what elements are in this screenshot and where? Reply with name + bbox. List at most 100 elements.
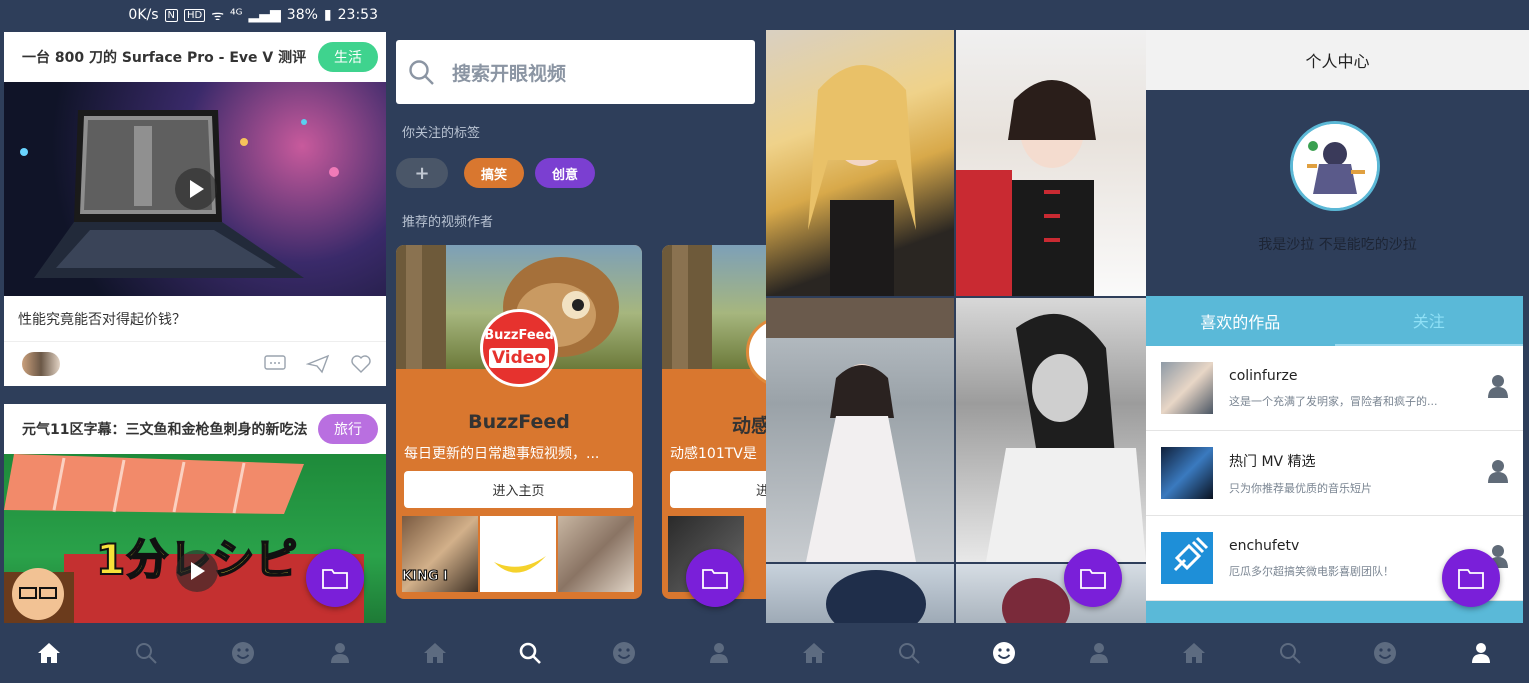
tag-chip[interactable]: 创意 [535, 158, 595, 188]
user-bio: 我是沙拉 不是能吃的沙拉 [1258, 237, 1417, 253]
add-tag-button[interactable]: + [396, 158, 448, 188]
smiley-icon [992, 642, 1015, 664]
recommended-authors-label: 推荐的视频作者 [402, 215, 494, 230]
clock: 23:53 [337, 7, 378, 23]
comment-icon[interactable] [264, 354, 286, 374]
author-description: 这是一个充满了发明家，冒险者和疯子的... [1229, 394, 1438, 408]
photo-tile[interactable] [766, 30, 954, 296]
card-header: 元气11区字幕：三文鱼和金枪鱼刺身的新吃法 旅行 [4, 404, 386, 454]
photo-tile[interactable] [956, 298, 1146, 562]
portrait-illustration [956, 80, 1096, 296]
search-placeholder: 搜索开眼视频 [452, 62, 567, 85]
author-name: 热门 MV 精选 [1229, 453, 1316, 470]
photo-grid-screen [766, 0, 1146, 689]
nav-profile[interactable] [291, 623, 388, 683]
nav-discover[interactable] [577, 623, 672, 683]
search-icon [519, 642, 541, 664]
feed-screen: 0K/s N HD ᯤ ⁴ᴳ ▂▄▆ 38% ▮ 23:53 一台 800 刀的… [0, 0, 388, 689]
author-card[interactable]: 动感 动感101TV是 进 [662, 245, 766, 599]
list-item[interactable]: 热门 MV 精选 只为你推荐最优质的音乐短片 [1146, 431, 1523, 516]
nav-profile[interactable] [1433, 623, 1529, 683]
nav-search[interactable] [483, 623, 578, 683]
portrait-illustration [826, 570, 926, 623]
search-icon [898, 643, 920, 664]
nav-search[interactable] [1242, 623, 1338, 683]
nfc-icon: N [164, 8, 178, 22]
play-button[interactable] [176, 550, 218, 592]
nav-home[interactable] [388, 623, 483, 683]
nav-home[interactable] [1146, 623, 1242, 683]
user-icon[interactable] [1487, 374, 1509, 398]
user-icon [1472, 643, 1491, 663]
search-icon [1279, 643, 1301, 664]
bottom-nav [0, 623, 388, 683]
video-thumb[interactable] [558, 516, 634, 592]
video-thumb[interactable]: KING I [402, 516, 478, 592]
collections-fab[interactable] [306, 549, 364, 607]
nav-profile[interactable] [672, 623, 767, 683]
card-header: 一台 800 刀的 Surface Pro - Eve V 测评 生活 [4, 32, 386, 82]
logo-bottom-text: Video [489, 348, 549, 368]
collections-fab[interactable] [686, 549, 744, 607]
tab-liked-works[interactable]: 喜欢的作品 [1146, 296, 1335, 346]
portrait-illustration [808, 65, 916, 296]
author-description: 只为你推荐最优质的音乐短片 [1229, 481, 1372, 495]
enter-homepage-button[interactable]: 进 [670, 471, 766, 508]
author-thumbnail [1161, 447, 1213, 499]
bottom-gap [1146, 683, 1529, 689]
network-speed: 0K/s [128, 7, 159, 23]
folder-icon [702, 569, 728, 589]
nav-discover[interactable] [194, 623, 291, 683]
author-description: 动感101TV是 [670, 446, 757, 462]
photo-tile[interactable] [766, 298, 954, 562]
video-card[interactable]: 一台 800 刀的 Surface Pro - Eve V 测评 生活 性能究竟… [4, 32, 386, 386]
photo-tile[interactable] [766, 564, 954, 623]
portrait-illustration [766, 298, 954, 562]
nav-home[interactable] [766, 623, 861, 683]
search-icon [409, 60, 434, 85]
author-thumbnail [1161, 532, 1213, 584]
play-button[interactable] [175, 168, 217, 210]
signal-icon: ▂▄▆ [248, 7, 281, 23]
heart-icon[interactable] [350, 354, 372, 374]
author-avatar[interactable] [22, 352, 60, 376]
video-thumbnail[interactable] [4, 82, 386, 296]
user-icon[interactable] [1487, 459, 1509, 483]
author-card[interactable]: BuzzFeed Video BuzzFeed 每日更新的日常趣事短视频，...… [396, 245, 642, 599]
video-thumb[interactable] [480, 516, 556, 592]
avatar[interactable] [1290, 121, 1380, 211]
tab-following[interactable]: 关注 [1334, 296, 1523, 346]
category-tag[interactable]: 旅行 [318, 414, 378, 444]
bottom-gap [0, 683, 388, 689]
battery-level: 38% [286, 7, 318, 23]
enter-homepage-button[interactable]: 进入主页 [404, 471, 633, 508]
nav-home[interactable] [0, 623, 97, 683]
collections-fab[interactable] [1442, 549, 1500, 607]
status-bar: 0K/s N HD ᯤ ⁴ᴳ ▂▄▆ 38% ▮ 23:53 [0, 0, 388, 30]
nav-search[interactable] [97, 623, 194, 683]
author-name: enchufetv [1229, 537, 1300, 554]
nav-profile[interactable] [1051, 623, 1146, 683]
search-field[interactable]: 搜索开眼视频 [396, 40, 755, 104]
author-description: 厄瓜多尔超搞笑微电影喜剧团队！ [1229, 564, 1394, 578]
tag-chip[interactable]: 搞笑 [464, 158, 524, 188]
user-icon [1089, 643, 1108, 663]
search-icon [135, 643, 157, 664]
home-icon [37, 643, 60, 663]
smiley-icon [1374, 642, 1397, 664]
wifi-icon: ᯤ [211, 7, 225, 24]
network-type: ⁴ᴳ [230, 7, 243, 23]
home-icon [802, 643, 825, 663]
nav-search[interactable] [861, 623, 956, 683]
card-actions [4, 342, 386, 386]
photo-tile[interactable] [956, 30, 1146, 296]
author-logo[interactable]: BuzzFeed Video [480, 309, 558, 387]
category-tag[interactable]: 生活 [318, 42, 378, 72]
folder-icon [1458, 569, 1484, 589]
share-icon[interactable] [306, 354, 330, 374]
user-icon [330, 643, 349, 663]
nav-discover[interactable] [1338, 623, 1434, 683]
collections-fab[interactable] [1064, 549, 1122, 607]
list-item[interactable]: colinfurze 这是一个充满了发明家，冒险者和疯子的... [1146, 346, 1523, 431]
nav-discover[interactable] [956, 623, 1051, 683]
